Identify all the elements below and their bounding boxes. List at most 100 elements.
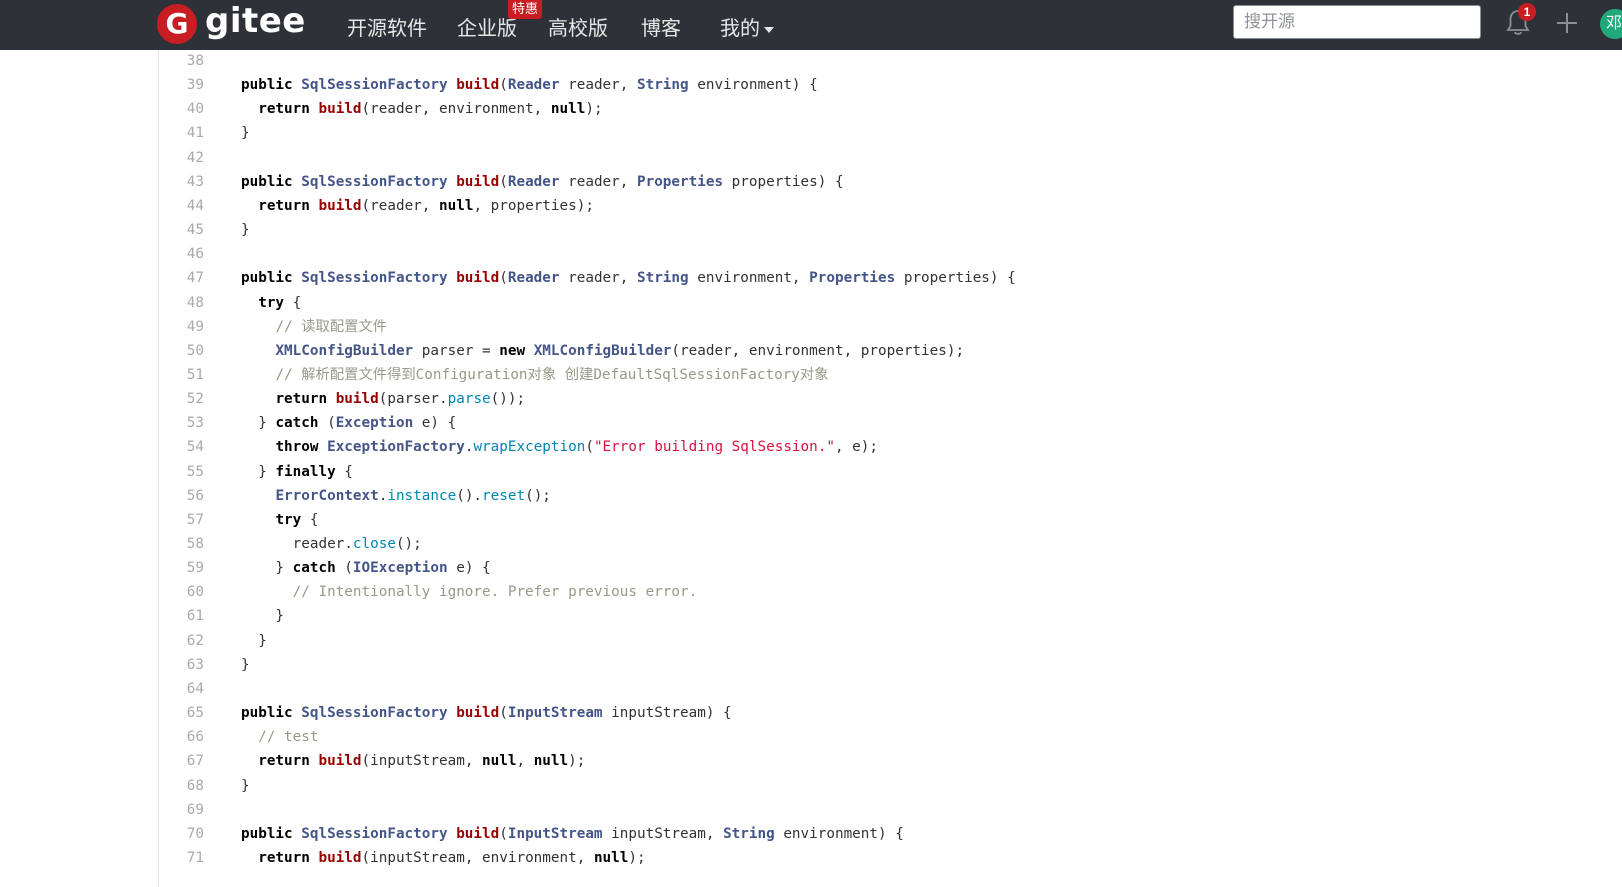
code-token: reader, — [559, 173, 637, 190]
code-token: (); — [395, 536, 422, 552]
nav-education[interactable]: 高校版 — [548, 12, 608, 41]
code-token: environment, — [688, 270, 810, 287]
code-token: } — [241, 415, 276, 432]
line-number[interactable]: 64 — [160, 677, 204, 702]
code-text: public SqlSessionFactory build(Reader re… — [241, 266, 1016, 291]
code-token: ExceptionFactory — [327, 439, 465, 456]
plus-icon[interactable] — [1556, 12, 1578, 34]
chevron-down-icon — [764, 26, 774, 33]
code-token: InputStream — [507, 705, 603, 722]
code-token: (reader, environment, properties); — [671, 342, 965, 359]
line-number[interactable]: 62 — [160, 629, 204, 654]
line-number[interactable]: 66 — [160, 725, 204, 750]
line-number[interactable]: 70 — [160, 822, 204, 847]
gitee-logo[interactable]: G gitee — [157, 3, 306, 45]
line-number[interactable]: 49 — [160, 315, 204, 340]
line-number[interactable]: 63 — [160, 653, 204, 678]
line-number[interactable]: 51 — [160, 363, 204, 388]
search-input[interactable] — [1233, 5, 1481, 39]
code-token: XMLConfigBuilder — [533, 342, 672, 359]
code-token: ( — [499, 705, 508, 722]
line-number[interactable]: 48 — [160, 291, 204, 316]
code-token: ( — [585, 439, 594, 456]
code-token: ()); — [490, 391, 526, 408]
code-text: public SqlSessionFactory build(Reader re… — [241, 73, 818, 98]
code-token: return — [258, 753, 319, 770]
line-number[interactable]: 38 — [160, 50, 204, 74]
code-line: 52 return build(parser.parse()); — [0, 387, 1622, 412]
code-text: // test — [241, 725, 318, 750]
code-token: null — [533, 753, 569, 770]
line-number[interactable]: 67 — [160, 749, 204, 774]
line-number[interactable]: 44 — [160, 194, 204, 219]
code-token: inputStream) { — [602, 705, 732, 722]
code-line: 43 public SqlSessionFactory build(Reader … — [0, 170, 1622, 195]
line-number[interactable]: 39 — [160, 73, 204, 98]
line-number[interactable]: 40 — [160, 97, 204, 122]
code-token: (reader, — [361, 197, 439, 214]
code-token: reader. — [241, 536, 353, 552]
line-number[interactable]: 52 — [160, 387, 204, 412]
line-number[interactable]: 69 — [160, 798, 204, 823]
code-token: String — [636, 270, 689, 287]
code-token: build — [456, 77, 500, 94]
line-number[interactable]: 53 — [160, 411, 204, 436]
code-token: properties) { — [895, 270, 1016, 287]
code-line: 71 return build(inputStream, environment… — [0, 846, 1622, 871]
line-number[interactable]: 65 — [160, 701, 204, 726]
line-number[interactable]: 56 — [160, 484, 204, 509]
code-token: build — [335, 391, 379, 408]
line-number[interactable]: 43 — [160, 170, 204, 195]
code-text: } — [241, 218, 250, 243]
line-number[interactable]: 59 — [160, 556, 204, 581]
line-number[interactable]: 41 — [160, 121, 204, 146]
code-token: ( — [499, 825, 508, 842]
code-token: SqlSessionFactory — [301, 270, 457, 287]
code-line: 54 throw ExceptionFactory.wrapException(… — [0, 435, 1622, 460]
nav-open-source[interactable]: 开源软件 — [347, 12, 427, 41]
line-number[interactable]: 71 — [160, 846, 204, 871]
line-number[interactable]: 60 — [160, 580, 204, 605]
nav-blog[interactable]: 博客 — [641, 12, 681, 41]
code-token: properties) { — [723, 173, 844, 190]
code-token: Reader — [507, 270, 560, 287]
code-line: 51 // 解析配置文件得到Configuration对象 创建DefaultS… — [0, 363, 1622, 388]
nav-mine-dropdown[interactable]: 我的 — [720, 12, 774, 41]
line-number[interactable]: 50 — [160, 339, 204, 364]
code-token: instance — [387, 487, 457, 504]
line-number[interactable]: 47 — [160, 266, 204, 291]
code-token: ( — [499, 270, 508, 287]
line-number[interactable]: 58 — [160, 532, 204, 557]
code-token: return — [275, 391, 336, 408]
code-token: Reader — [507, 173, 560, 190]
code-token: build — [318, 101, 362, 118]
line-number[interactable]: 54 — [160, 435, 204, 460]
avatar[interactable]: 邓 — [1600, 9, 1622, 39]
code-line: 69 — [0, 798, 1622, 823]
code-token: new — [499, 342, 534, 359]
code-line: 48 try { — [0, 291, 1622, 316]
line-number[interactable]: 68 — [160, 774, 204, 799]
code-token: ); — [568, 753, 586, 770]
line-number[interactable]: 61 — [160, 604, 204, 629]
code-token: Exception — [335, 415, 414, 432]
code-token: reset — [482, 487, 526, 504]
line-number[interactable]: 42 — [160, 146, 204, 171]
line-number[interactable]: 55 — [160, 460, 204, 485]
line-number[interactable]: 45 — [160, 218, 204, 243]
code-token: e) { — [447, 560, 491, 577]
code-token: close — [352, 536, 396, 552]
code-text: // 解析配置文件得到Configuration对象 创建DefaultSqlS… — [241, 363, 828, 388]
code-line: 61 } — [0, 604, 1622, 629]
code-text: public SqlSessionFactory build(InputStre… — [241, 822, 904, 847]
line-number[interactable]: 57 — [160, 508, 204, 533]
code-token: try — [275, 511, 302, 528]
line-number[interactable]: 46 — [160, 242, 204, 267]
code-line: 55 } finally { — [0, 460, 1622, 485]
code-token: (inputStream, environment, — [361, 849, 594, 866]
code-token: ( — [318, 415, 336, 432]
